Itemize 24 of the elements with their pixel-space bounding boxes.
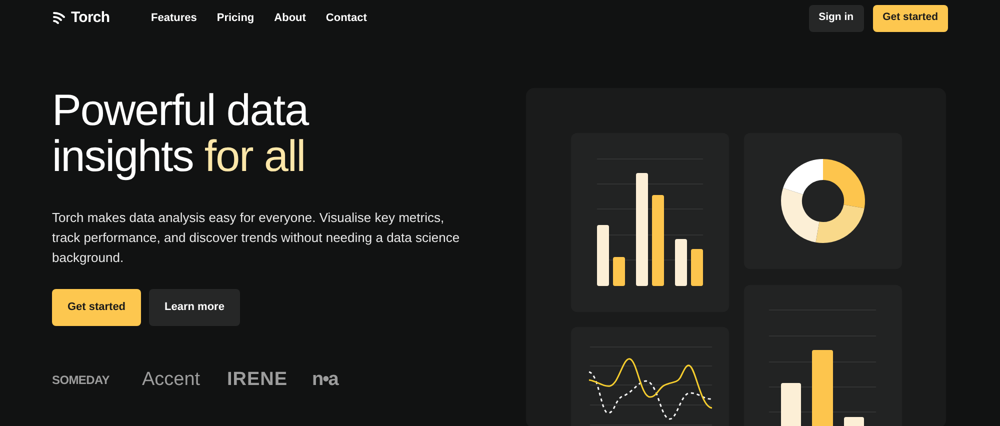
partner-logo: Accent [142, 368, 202, 392]
nav-link[interactable]: Features [151, 10, 197, 26]
chart-bar [675, 239, 687, 286]
partner-logo: IRENE [227, 368, 289, 392]
partner-logo: SOMEDAY [52, 372, 110, 390]
nav-link[interactable]: Contact [326, 10, 367, 26]
chart-bar [613, 257, 625, 286]
partner-logo: n•a [312, 368, 338, 392]
brand-name[interactable]: Torch [71, 6, 110, 30]
nav-link[interactable]: Pricing [216, 10, 254, 26]
hero-description: Torch makes data analysis easy for everyone. Visualise key metrics, track performance, and discover trends without needing a data science background. [52, 209, 461, 267]
chart-bar [781, 383, 801, 426]
chart-bar [597, 225, 609, 286]
hero-title: Powerful data insights for all [52, 88, 310, 180]
donut-segment [816, 204, 864, 243]
chart-bar [691, 249, 703, 286]
sign-in-button[interactable]: Sign in [808, 4, 864, 32]
learn-more-button[interactable]: Learn more [149, 289, 240, 326]
nav-link[interactable]: About [274, 10, 306, 26]
donut-segment [822, 159, 865, 208]
logo-icon [52, 11, 66, 25]
get-started-button[interactable]: Get started [52, 289, 141, 326]
get-started-button[interactable]: Get started [872, 4, 948, 32]
chart-bar [844, 417, 864, 426]
